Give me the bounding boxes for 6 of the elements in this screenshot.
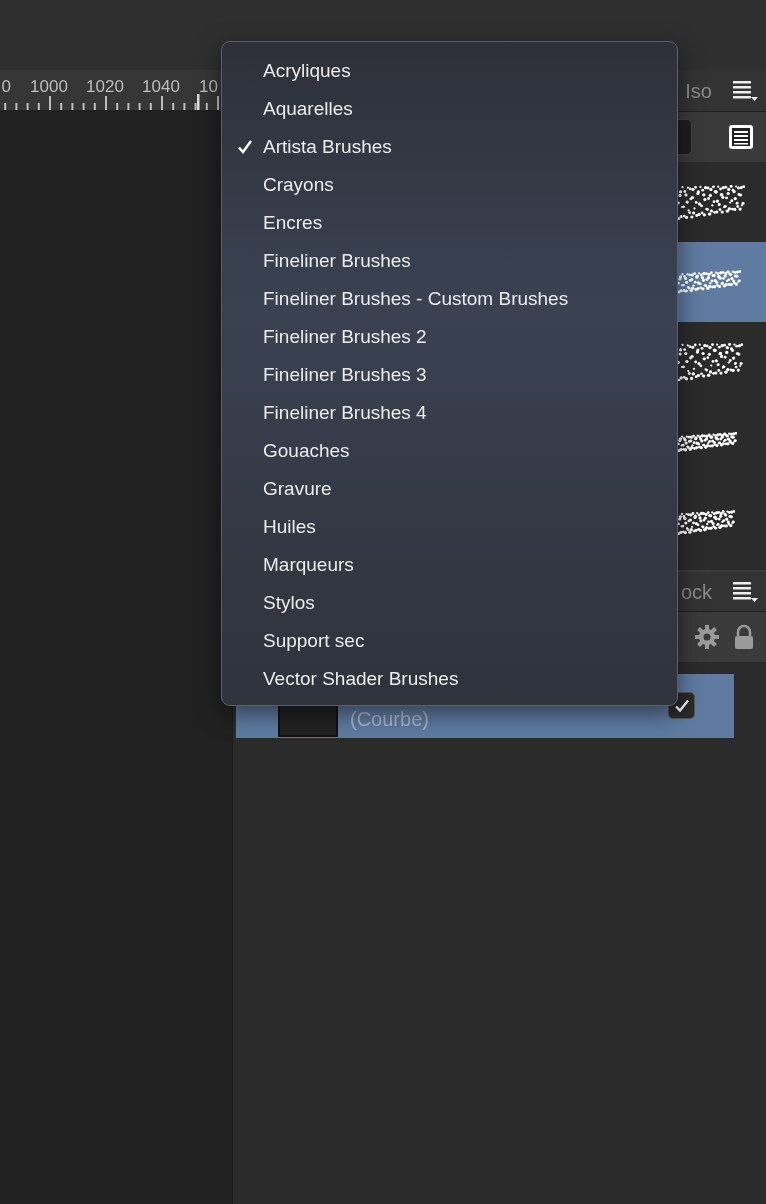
ruler-label: 0 — [1, 77, 11, 96]
ruler-label: 10 — [199, 77, 218, 96]
ruler-label: 1000 — [30, 77, 68, 96]
ruler-label: 1040 — [142, 77, 180, 96]
ruler-label: 1020 — [86, 77, 124, 96]
layer-name: (Courbe) — [350, 707, 429, 732]
